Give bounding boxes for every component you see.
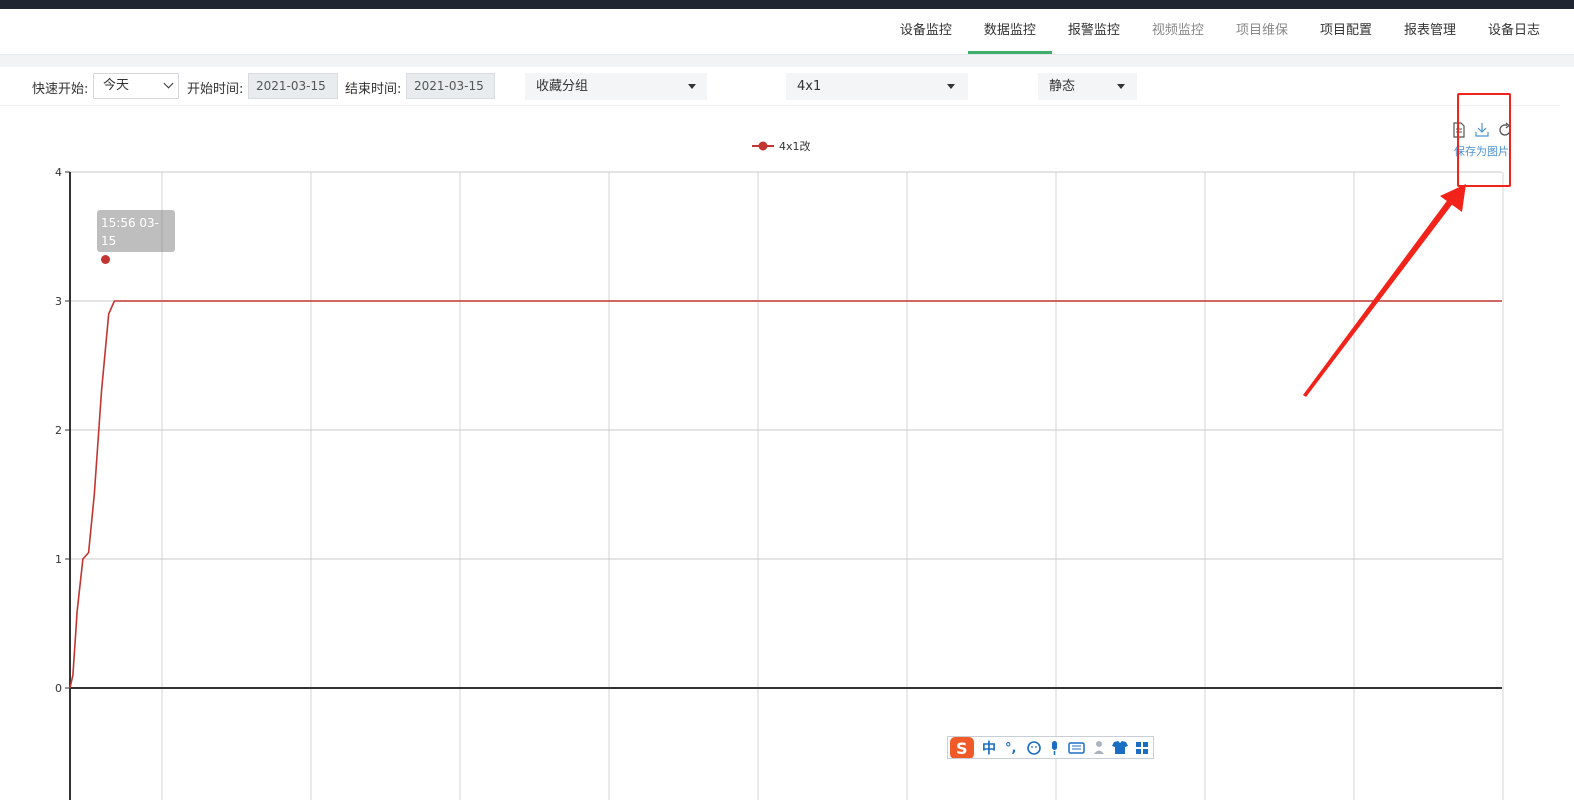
toolbox-grid-icon[interactable] bbox=[1136, 742, 1148, 754]
arrow-shaft bbox=[1303, 190, 1458, 397]
chinese-mode-icon[interactable]: 中 bbox=[982, 740, 996, 757]
emoji-icon[interactable] bbox=[1027, 741, 1041, 755]
skin-icon[interactable] bbox=[1112, 741, 1128, 754]
punctuation-icon[interactable]: °, bbox=[1005, 741, 1016, 756]
svg-text:S: S bbox=[956, 739, 968, 758]
arrow-annotation bbox=[1303, 184, 1466, 397]
microphone-icon[interactable] bbox=[1052, 741, 1057, 755]
keyboard-icon[interactable] bbox=[1068, 742, 1085, 754]
sogou-logo-icon[interactable]: S bbox=[950, 737, 974, 759]
ime-toolbar: S 中 °, bbox=[947, 736, 1154, 759]
user-icon[interactable] bbox=[1094, 741, 1104, 754]
